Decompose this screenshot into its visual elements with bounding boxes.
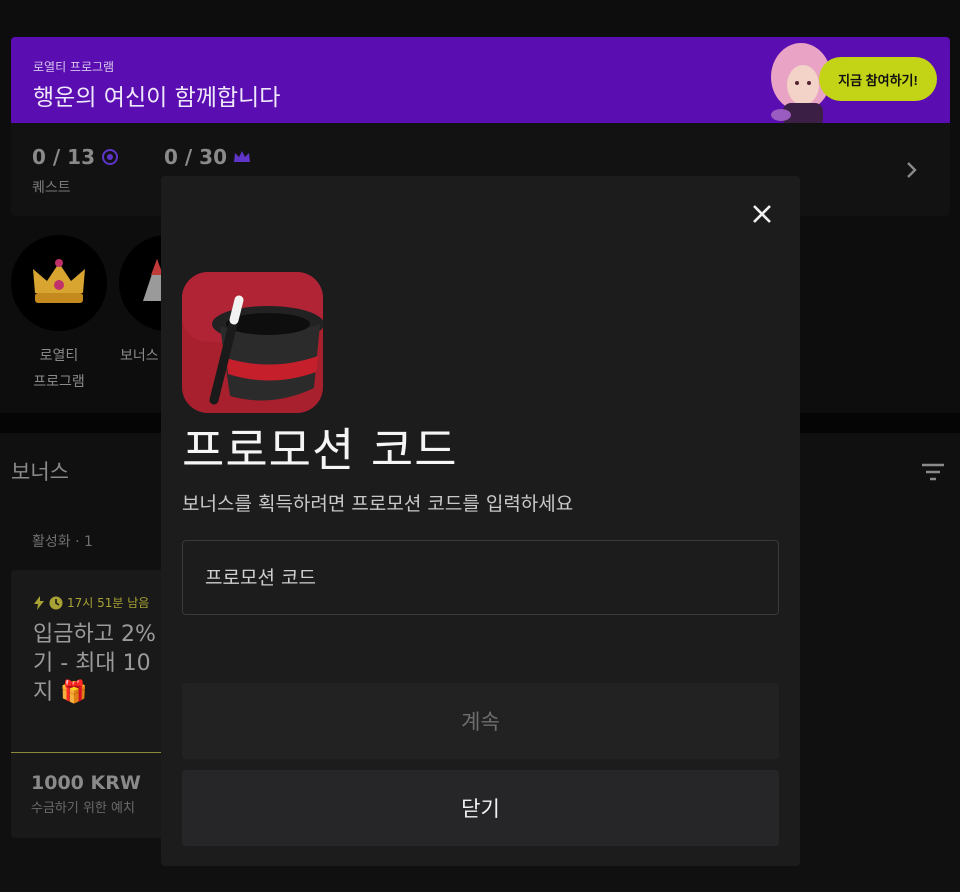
crown-icon: [33, 259, 85, 303]
lightning-icon: [34, 595, 44, 610]
bonus-card[interactable]: 17시 51분 남음 입금하고 2% 기 - 최대 10 지 🎁 1000 KR…: [11, 570, 181, 838]
bonus-timer-text: 17시 51분 남음: [67, 596, 150, 610]
modal-subtitle: 보너스를 획득하려면 프로모션 코드를 입력하세요: [182, 493, 574, 515]
bonus-section-title: 보너스: [11, 460, 69, 484]
quests-value: 0 / 13: [32, 145, 95, 169]
quests-label: 퀘스트: [32, 180, 71, 196]
bonus-card-title: 입금하고 2% 기 - 최대 10 지 🎁: [33, 622, 156, 705]
crowns-value: 0 / 30: [164, 145, 227, 169]
clock-icon: [49, 596, 63, 609]
continue-button[interactable]: 계속: [182, 683, 779, 759]
shortcut-loyalty-text: 로열티 프로그램: [33, 348, 85, 390]
banner-title: 행운의 여신이 함께합니다: [33, 85, 281, 111]
promo-code-input[interactable]: [182, 540, 779, 615]
target-icon: [101, 149, 118, 165]
bonus-card-divider: [11, 752, 181, 753]
crowns-counter: 0 / 30: [164, 145, 251, 169]
bonus-amount: 1000 KRW: [31, 772, 141, 794]
bonus-description: 수금하기 위한 예치: [31, 801, 135, 816]
loyalty-banner[interactable]: 로열티 프로그램 행운의 여신이 함께합니다 지금 참여하기!: [11, 37, 950, 123]
crown-small-icon: [233, 151, 250, 162]
chevron-right-icon[interactable]: [901, 159, 921, 181]
close-button[interactable]: 닫기: [182, 770, 779, 846]
shortcut-loyalty[interactable]: [11, 235, 107, 331]
bonus-timer: 17시 51분 남음: [33, 594, 149, 611]
filter-icon[interactable]: [920, 460, 946, 484]
magic-hat-icon: [182, 272, 323, 413]
modal-title: 프로모션 코드: [182, 423, 458, 477]
promo-code-modal: 프로모션 코드 보너스를 획득하려면 프로모션 코드를 입력하세요 계속 닫기: [161, 176, 800, 866]
active-count-label: 활성화 · 1: [32, 534, 93, 550]
join-now-button[interactable]: 지금 참여하기!: [819, 57, 937, 101]
shortcut-loyalty-label: 로열티 프로그램: [11, 343, 107, 395]
close-icon[interactable]: [748, 200, 776, 228]
quests-counter: 0 / 13: [32, 145, 119, 169]
banner-subtitle: 로열티 프로그램: [33, 60, 115, 74]
